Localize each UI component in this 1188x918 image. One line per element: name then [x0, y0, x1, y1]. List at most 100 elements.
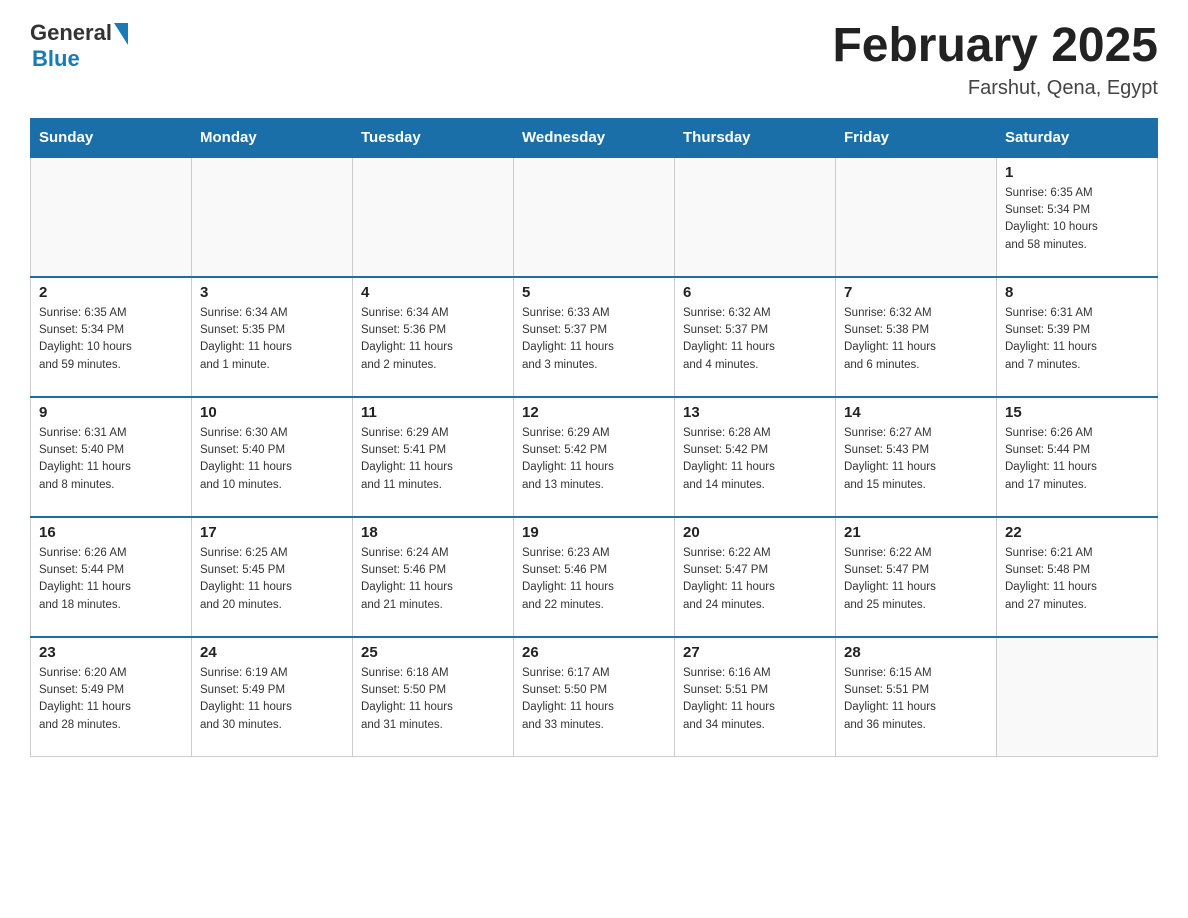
day-number: 16: [39, 524, 183, 541]
day-number: 20: [683, 524, 827, 541]
calendar-cell: 13 Sunrise: 6:28 AM Sunset: 5:42 PM Dayli…: [675, 397, 836, 517]
calendar-cell: [997, 637, 1158, 757]
calendar-cell: 22 Sunrise: 6:21 AM Sunset: 5:48 PM Dayli…: [997, 517, 1158, 637]
week-row-5: 23Sunrise: 6:20 AM Sunset: 5:49 PM Dayli…: [31, 637, 1158, 757]
day-info: Sunrise: 6:34 AM Sunset: 5:35 PM Dayligh…: [200, 305, 344, 374]
weekday-header-wednesday: Wednesday: [514, 118, 675, 157]
calendar-cell: 28 Sunrise: 6:15 AM Sunset: 5:51 PM Dayli…: [836, 637, 997, 757]
calendar-cell: 7 Sunrise: 6:32 AM Sunset: 5:38 PM Daylig…: [836, 277, 997, 397]
weekday-header-sunday: Sunday: [31, 118, 192, 157]
day-number: 1: [1005, 164, 1149, 181]
day-number: 19: [522, 524, 666, 541]
day-info: Sunrise: 6:29 AM Sunset: 5:42 PM Dayligh…: [522, 425, 666, 494]
day-number: 15: [1005, 404, 1149, 421]
day-number: 4: [361, 284, 505, 301]
day-info: Sunrise: 6:28 AM Sunset: 5:42 PM Dayligh…: [683, 425, 827, 494]
title-section: February 2025 Farshut, Qena, Egypt: [832, 20, 1158, 100]
calendar-cell: 21 Sunrise: 6:22 AM Sunset: 5:47 PM Dayli…: [836, 517, 997, 637]
day-info: Sunrise: 6:31 AM Sunset: 5:40 PM Dayligh…: [39, 425, 183, 494]
calendar-cell: 23Sunrise: 6:20 AM Sunset: 5:49 PM Dayli…: [31, 637, 192, 757]
calendar-cell: 9 Sunrise: 6:31 AM Sunset: 5:40 PM Daylig…: [31, 397, 192, 517]
calendar-cell: 17Sunrise: 6:25 AM Sunset: 5:45 PM Dayli…: [192, 517, 353, 637]
calendar-cell: 14 Sunrise: 6:27 AM Sunset: 5:43 PM Dayli…: [836, 397, 997, 517]
day-number: 22: [1005, 524, 1149, 541]
day-info: Sunrise: 6:31 AM Sunset: 5:39 PM Dayligh…: [1005, 305, 1149, 374]
calendar-cell: 5 Sunrise: 6:33 AM Sunset: 5:37 PM Daylig…: [514, 277, 675, 397]
day-info: Sunrise: 6:32 AM Sunset: 5:37 PM Dayligh…: [683, 305, 827, 374]
calendar-cell: 10 Sunrise: 6:30 AM Sunset: 5:40 PM Dayli…: [192, 397, 353, 517]
calendar-cell: 4 Sunrise: 6:34 AM Sunset: 5:36 PM Daylig…: [353, 277, 514, 397]
day-number: 12: [522, 404, 666, 421]
week-row-1: 1 Sunrise: 6:35 AM Sunset: 5:34 PM Daylig…: [31, 157, 1158, 277]
calendar-cell: 16 Sunrise: 6:26 AM Sunset: 5:44 PM Dayli…: [31, 517, 192, 637]
calendar-cell: 3Sunrise: 6:34 AM Sunset: 5:35 PM Daylig…: [192, 277, 353, 397]
calendar-cell: [675, 157, 836, 277]
logo-blue-text: Blue: [32, 46, 128, 72]
calendar-cell: 15 Sunrise: 6:26 AM Sunset: 5:44 PM Dayli…: [997, 397, 1158, 517]
week-row-4: 16 Sunrise: 6:26 AM Sunset: 5:44 PM Dayli…: [31, 517, 1158, 637]
logo-arrow-icon: [114, 23, 128, 45]
day-number: 28: [844, 644, 988, 661]
day-info: Sunrise: 6:34 AM Sunset: 5:36 PM Dayligh…: [361, 305, 505, 374]
week-row-2: 2 Sunrise: 6:35 AM Sunset: 5:34 PM Daylig…: [31, 277, 1158, 397]
calendar-cell: 24Sunrise: 6:19 AM Sunset: 5:49 PM Dayli…: [192, 637, 353, 757]
day-number: 13: [683, 404, 827, 421]
day-number: 18: [361, 524, 505, 541]
logo: General Blue: [30, 20, 128, 72]
day-number: 11: [361, 404, 505, 421]
calendar-cell: [192, 157, 353, 277]
day-number: 25: [361, 644, 505, 661]
day-info: Sunrise: 6:35 AM Sunset: 5:34 PM Dayligh…: [39, 305, 183, 374]
weekday-header-monday: Monday: [192, 118, 353, 157]
day-number: 6: [683, 284, 827, 301]
day-number: 10: [200, 404, 344, 421]
day-info: Sunrise: 6:30 AM Sunset: 5:40 PM Dayligh…: [200, 425, 344, 494]
day-number: 23: [39, 644, 183, 661]
weekday-header-friday: Friday: [836, 118, 997, 157]
day-number: 5: [522, 284, 666, 301]
calendar-cell: 25 Sunrise: 6:18 AM Sunset: 5:50 PM Dayli…: [353, 637, 514, 757]
calendar-cell: [31, 157, 192, 277]
calendar-cell: 26Sunrise: 6:17 AM Sunset: 5:50 PM Dayli…: [514, 637, 675, 757]
day-info: Sunrise: 6:26 AM Sunset: 5:44 PM Dayligh…: [39, 545, 183, 614]
day-number: 21: [844, 524, 988, 541]
day-info: Sunrise: 6:29 AM Sunset: 5:41 PM Dayligh…: [361, 425, 505, 494]
day-info: Sunrise: 6:22 AM Sunset: 5:47 PM Dayligh…: [844, 545, 988, 614]
calendar-cell: 11 Sunrise: 6:29 AM Sunset: 5:41 PM Dayli…: [353, 397, 514, 517]
day-info: Sunrise: 6:32 AM Sunset: 5:38 PM Dayligh…: [844, 305, 988, 374]
weekday-header-row: SundayMondayTuesdayWednesdayThursdayFrid…: [31, 118, 1158, 157]
weekday-header-tuesday: Tuesday: [353, 118, 514, 157]
day-info: Sunrise: 6:33 AM Sunset: 5:37 PM Dayligh…: [522, 305, 666, 374]
calendar-cell: 18 Sunrise: 6:24 AM Sunset: 5:46 PM Dayli…: [353, 517, 514, 637]
day-number: 17: [200, 524, 344, 541]
day-info: Sunrise: 6:23 AM Sunset: 5:46 PM Dayligh…: [522, 545, 666, 614]
day-info: Sunrise: 6:15 AM Sunset: 5:51 PM Dayligh…: [844, 665, 988, 734]
day-number: 26: [522, 644, 666, 661]
day-info: Sunrise: 6:24 AM Sunset: 5:46 PM Dayligh…: [361, 545, 505, 614]
day-info: Sunrise: 6:27 AM Sunset: 5:43 PM Dayligh…: [844, 425, 988, 494]
calendar-cell: 19 Sunrise: 6:23 AM Sunset: 5:46 PM Dayli…: [514, 517, 675, 637]
page-header: General Blue February 2025 Farshut, Qena…: [30, 20, 1158, 100]
day-number: 7: [844, 284, 988, 301]
day-number: 8: [1005, 284, 1149, 301]
calendar-cell: 20 Sunrise: 6:22 AM Sunset: 5:47 PM Dayli…: [675, 517, 836, 637]
day-info: Sunrise: 6:35 AM Sunset: 5:34 PM Dayligh…: [1005, 185, 1149, 254]
calendar-cell: [514, 157, 675, 277]
day-number: 24: [200, 644, 344, 661]
day-info: Sunrise: 6:21 AM Sunset: 5:48 PM Dayligh…: [1005, 545, 1149, 614]
day-number: 9: [39, 404, 183, 421]
calendar-cell: 27Sunrise: 6:16 AM Sunset: 5:51 PM Dayli…: [675, 637, 836, 757]
day-info: Sunrise: 6:26 AM Sunset: 5:44 PM Dayligh…: [1005, 425, 1149, 494]
calendar-table: SundayMondayTuesdayWednesdayThursdayFrid…: [30, 118, 1158, 758]
calendar-cell: [836, 157, 997, 277]
calendar-cell: 2 Sunrise: 6:35 AM Sunset: 5:34 PM Daylig…: [31, 277, 192, 397]
day-info: Sunrise: 6:18 AM Sunset: 5:50 PM Dayligh…: [361, 665, 505, 734]
day-number: 14: [844, 404, 988, 421]
day-number: 2: [39, 284, 183, 301]
day-info: Sunrise: 6:16 AM Sunset: 5:51 PM Dayligh…: [683, 665, 827, 734]
calendar-cell: 6 Sunrise: 6:32 AM Sunset: 5:37 PM Daylig…: [675, 277, 836, 397]
logo-general-text: General: [30, 20, 112, 46]
calendar-cell: [353, 157, 514, 277]
day-info: Sunrise: 6:22 AM Sunset: 5:47 PM Dayligh…: [683, 545, 827, 614]
calendar-cell: 12 Sunrise: 6:29 AM Sunset: 5:42 PM Dayli…: [514, 397, 675, 517]
